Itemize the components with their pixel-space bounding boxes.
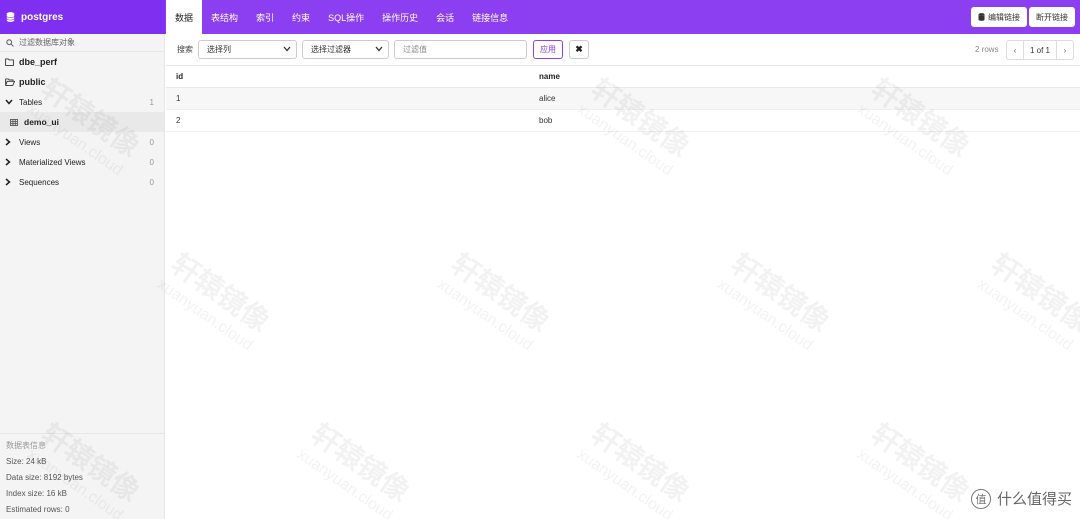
main-panel: 搜索 选择列 选择过滤器 过滤值 应用 ✖ 2 rows ‹ 1 of 1 › … (166, 34, 1080, 519)
folder-open-icon (5, 78, 15, 86)
tab-sql[interactable]: SQL操作 (319, 0, 373, 34)
database-name: postgres (21, 11, 64, 23)
chevron-down-icon (375, 46, 383, 52)
materialized-views-count: 0 (149, 157, 154, 167)
table-row[interactable]: 1 alice (166, 87, 1080, 110)
next-page-button[interactable]: › (1057, 41, 1073, 59)
table-icon (10, 118, 18, 126)
cell-id[interactable]: 2 (166, 109, 539, 132)
schema-label: dbe_perf (19, 57, 58, 67)
index-size: Index size: 16 kB (6, 489, 67, 498)
edit-connection-button[interactable]: 编辑链接 (971, 7, 1027, 27)
schema-label: public (19, 77, 46, 87)
cell-name[interactable]: bob (539, 109, 1080, 132)
tables-label: Tables (19, 97, 43, 107)
disconnect-button[interactable]: 断开链接 (1029, 7, 1075, 27)
filter-value-placeholder: 过滤值 (403, 45, 427, 54)
search-icon (6, 38, 14, 47)
cell-id[interactable]: 1 (166, 87, 539, 110)
tree-item-materialized-views[interactable]: Materialized Views 0 (0, 152, 164, 172)
table-header-row: id name (166, 66, 1080, 88)
tables-count: 1 (149, 97, 154, 107)
chevron-right-icon (5, 138, 11, 146)
sequences-count: 0 (149, 177, 154, 187)
table-size: Size: 24 kB (6, 457, 47, 466)
data-table: id name 1 alice 2 bob (166, 66, 1080, 132)
brand-logo-icon: 值 (970, 488, 991, 509)
chevron-down-icon (5, 99, 13, 105)
column-header-name[interactable]: name (539, 66, 1080, 88)
table-info-title: 数据表信息 (6, 441, 46, 450)
prev-page-button[interactable]: ‹ (1007, 41, 1023, 59)
tab-constraints[interactable]: 约束 (283, 0, 319, 34)
tree-item-sequences[interactable]: Sequences 0 (0, 172, 164, 192)
tab-structure[interactable]: 表结构 (202, 0, 247, 34)
folder-icon (5, 58, 14, 66)
edit-connection-label: 编辑链接 (988, 12, 1020, 22)
column-select[interactable]: 选择列 (198, 40, 297, 59)
filter-bar: 搜索 选择列 选择过滤器 过滤值 应用 ✖ 2 rows ‹ 1 of 1 › (166, 34, 1080, 66)
disconnect-label: 断开链接 (1036, 12, 1068, 22)
tab-connection-info[interactable]: 链接信息 (463, 0, 517, 34)
filter-value-input[interactable]: 过滤值 (394, 40, 527, 59)
tab-data[interactable]: 数据 (166, 0, 203, 34)
table-item-demo-ui[interactable]: demo_ui (0, 112, 164, 132)
views-count: 0 (149, 137, 154, 147)
page-indicator: 1 of 1 (1023, 41, 1057, 59)
table-info-panel: 数据表信息 Size: 24 kB Data size: 8192 bytes … (0, 433, 164, 519)
cell-name[interactable]: alice (539, 87, 1080, 110)
object-filter-placeholder: 过滤数据库对象 (19, 38, 75, 47)
chevron-down-icon (283, 46, 291, 52)
chevron-right-icon (5, 178, 11, 186)
sidebar: 过滤数据库对象 dbe_perf public Tables 1 demo_ui… (0, 34, 165, 519)
clear-filter-button[interactable]: ✖ (569, 40, 589, 59)
tab-bar: 数据 表结构 索引 约束 SQL操作 操作历史 会话 链接信息 (166, 0, 517, 34)
row-count: 2 rows (975, 45, 999, 54)
pagination: ‹ 1 of 1 › (1006, 40, 1074, 60)
search-label: 搜索 (177, 45, 193, 54)
tree-item-views[interactable]: Views 0 (0, 132, 164, 152)
schema-item-dbe-perf[interactable]: dbe_perf (0, 52, 164, 72)
tab-indexes[interactable]: 索引 (247, 0, 283, 34)
data-size: Data size: 8192 bytes (6, 473, 83, 482)
tree-item-tables[interactable]: Tables 1 (0, 92, 164, 112)
materialized-views-label: Materialized Views (19, 157, 86, 167)
estimated-rows: Estimated rows: 0 (6, 505, 70, 514)
database-icon (978, 13, 985, 21)
brand-name: 什么值得买 (996, 491, 1072, 508)
table-name: demo_ui (24, 117, 59, 127)
tab-sessions[interactable]: 会话 (427, 0, 463, 34)
column-header-id[interactable]: id (166, 66, 539, 88)
column-select-value: 选择列 (207, 45, 231, 54)
table-row[interactable]: 2 bob (166, 109, 1080, 132)
sequences-label: Sequences (19, 177, 60, 187)
database-header[interactable]: postgres (0, 0, 165, 34)
database-icon (6, 12, 15, 22)
tab-history[interactable]: 操作历史 (373, 0, 427, 34)
object-filter-input[interactable]: 过滤数据库对象 (0, 34, 164, 52)
views-label: Views (19, 137, 41, 147)
apply-button[interactable]: 应用 (533, 40, 563, 59)
schema-item-public[interactable]: public (0, 72, 164, 92)
filter-select[interactable]: 选择过滤器 (302, 40, 389, 59)
chevron-right-icon (5, 158, 11, 166)
source-brand: 值 什么值得买 (970, 488, 1072, 509)
filter-select-value: 选择过滤器 (311, 45, 351, 54)
